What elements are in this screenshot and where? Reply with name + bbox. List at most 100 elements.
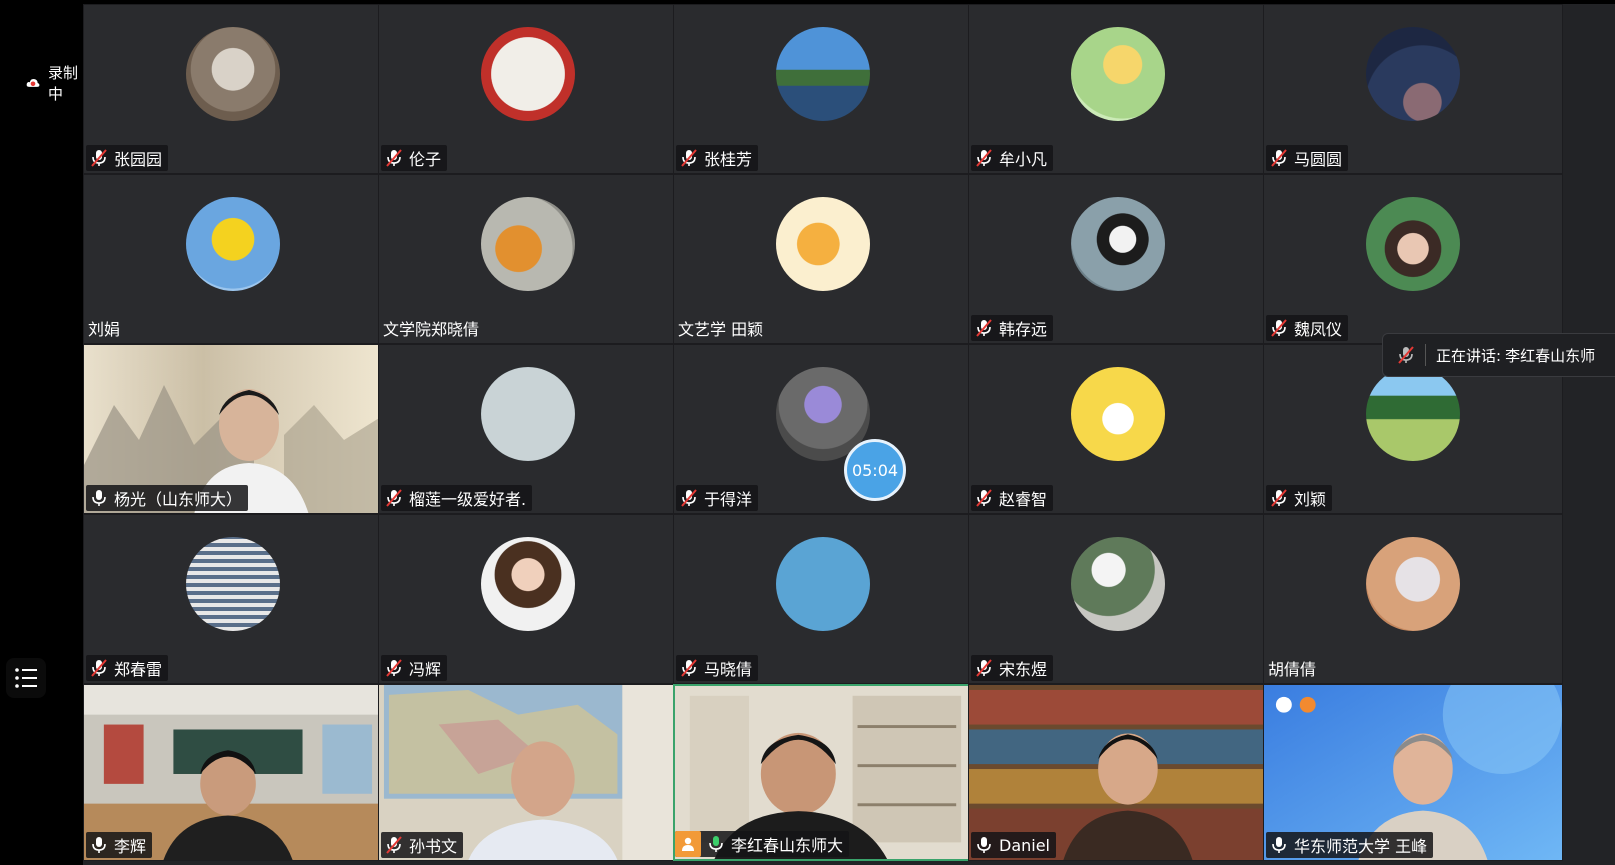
participant-name: 华东师范大学 王峰 bbox=[1294, 837, 1428, 856]
participant-tile[interactable]: 杨光（山东师大） bbox=[83, 344, 383, 514]
mic-muted-icon bbox=[386, 836, 402, 854]
mic-muted-icon bbox=[1271, 319, 1287, 337]
left-sidebar: 录制中 bbox=[0, 0, 83, 865]
nameplate: 郑春雷 bbox=[86, 655, 169, 681]
participant-name: 胡倩倩 bbox=[1268, 660, 1317, 679]
participant-name: 榴莲一级爱好者. bbox=[409, 490, 527, 509]
participant-name: 冯辉 bbox=[409, 660, 442, 679]
participant-tile[interactable]: 韩存远 bbox=[968, 174, 1268, 344]
avatar bbox=[776, 537, 870, 631]
mic-muted-icon bbox=[1271, 149, 1287, 167]
avatar bbox=[481, 27, 575, 121]
avatar bbox=[186, 27, 280, 121]
participant-tile[interactable]: 马圆圆 bbox=[1263, 4, 1563, 174]
mic-icon bbox=[92, 837, 106, 853]
mic-muted-icon bbox=[1398, 346, 1414, 364]
participant-tile[interactable]: 文艺学 田颖 bbox=[673, 174, 973, 344]
person-icon bbox=[675, 831, 701, 857]
participant-tile[interactable]: Daniel bbox=[968, 684, 1268, 861]
nameplate: 华东师范大学 王峰 bbox=[1266, 832, 1434, 858]
nameplate: 马圆圆 bbox=[1266, 145, 1349, 171]
mic-muted-icon bbox=[976, 489, 992, 507]
avatar bbox=[1071, 537, 1165, 631]
avatar bbox=[1366, 27, 1460, 121]
nameplate: 文学院郑晓倩 bbox=[381, 315, 485, 341]
participant-tile-active-speaker[interactable]: 李红春山东师大 bbox=[673, 684, 973, 861]
speaking-label: 正在讲话: bbox=[1436, 346, 1502, 365]
mic-muted-icon bbox=[976, 319, 992, 337]
participant-name: 于得洋 bbox=[704, 490, 753, 509]
nameplate: 胡倩倩 bbox=[1266, 655, 1322, 681]
participant-tile[interactable]: 冯辉 bbox=[378, 514, 678, 684]
mic-muted-icon bbox=[91, 659, 107, 677]
participant-tile[interactable]: 马晓倩 bbox=[673, 514, 973, 684]
avatar bbox=[1366, 537, 1460, 631]
nameplate: 孙书文 bbox=[381, 832, 464, 858]
nameplate: 李红春山东师大 bbox=[675, 831, 850, 857]
participant-name: 郑春雷 bbox=[114, 660, 163, 679]
participant-name: 牟小凡 bbox=[999, 150, 1048, 169]
speaking-name: 李红春山东师 bbox=[1505, 346, 1596, 365]
timer-badge[interactable]: 05:04 bbox=[844, 439, 906, 501]
participant-name: 文艺学 田颖 bbox=[678, 320, 764, 339]
participant-tile[interactable]: 胡倩倩 bbox=[1263, 514, 1563, 684]
recording-indicator[interactable]: 录制中 bbox=[26, 62, 83, 104]
avatar bbox=[1366, 367, 1460, 461]
avatar bbox=[1071, 197, 1165, 291]
nameplate: 刘颖 bbox=[1266, 485, 1333, 511]
participant-name: 张园园 bbox=[114, 150, 163, 169]
participant-tile[interactable]: 李辉 bbox=[83, 684, 383, 861]
nameplate: 张桂芳 bbox=[676, 145, 759, 171]
participant-name: 魏凤仪 bbox=[1294, 320, 1343, 339]
participant-name: 韩存远 bbox=[999, 320, 1048, 339]
participant-tile[interactable]: 郑春雷 bbox=[83, 514, 383, 684]
divider bbox=[1425, 344, 1426, 366]
avatar bbox=[481, 367, 575, 461]
nameplate: 马晓倩 bbox=[676, 655, 759, 681]
participant-tile[interactable]: 张园园 bbox=[83, 4, 383, 174]
mic-muted-icon bbox=[976, 659, 992, 677]
participant-tile[interactable]: 文学院郑晓倩 bbox=[378, 174, 678, 344]
participant-tile[interactable]: 榴莲一级爱好者. bbox=[378, 344, 678, 514]
mic-active-icon bbox=[709, 836, 723, 852]
participant-tile[interactable]: 于得洋 bbox=[673, 344, 973, 514]
participant-tile[interactable]: 华东师范大学 王峰 bbox=[1263, 684, 1563, 861]
list-icon bbox=[15, 668, 37, 688]
mic-icon bbox=[1272, 837, 1286, 853]
nameplate: Daniel bbox=[971, 832, 1056, 858]
participant-name: 马晓倩 bbox=[704, 660, 753, 679]
nameplate: 榴莲一级爱好者. bbox=[381, 485, 533, 511]
nameplate: 赵睿智 bbox=[971, 485, 1054, 511]
mic-muted-icon bbox=[681, 489, 697, 507]
nameplate: 于得洋 bbox=[676, 485, 759, 511]
participant-name: 伦子 bbox=[409, 150, 442, 169]
participant-tile[interactable]: 刘娟 bbox=[83, 174, 383, 344]
participant-list-button[interactable] bbox=[6, 658, 46, 698]
participant-name: 孙书文 bbox=[409, 837, 458, 856]
speaking-indicator: 正在讲话: 李红春山东师 bbox=[1382, 333, 1615, 377]
mic-icon bbox=[977, 837, 991, 853]
participant-name: 文学院郑晓倩 bbox=[383, 320, 480, 339]
mic-muted-icon bbox=[681, 659, 697, 677]
mic-muted-icon bbox=[681, 149, 697, 167]
participant-name: 杨光（山东师大） bbox=[114, 490, 243, 509]
participant-tile[interactable]: 牟小凡 bbox=[968, 4, 1268, 174]
participant-tile[interactable]: 张桂芳 bbox=[673, 4, 973, 174]
nameplate: 伦子 bbox=[381, 145, 448, 171]
mic-muted-icon bbox=[386, 149, 402, 167]
participant-tile[interactable]: 魏凤仪 bbox=[1263, 174, 1563, 344]
nameplate: 冯辉 bbox=[381, 655, 448, 681]
avatar bbox=[481, 537, 575, 631]
participant-tile[interactable]: 孙书文 bbox=[378, 684, 678, 861]
participant-name: 刘颖 bbox=[1294, 490, 1327, 509]
participant-tile[interactable]: 赵睿智 bbox=[968, 344, 1268, 514]
nameplate: 牟小凡 bbox=[971, 145, 1054, 171]
video-grid: 张园园 伦子 张桂芳 牟小凡 马圆圆 刘娟 文学院郑晓倩 文艺学 田颖 韩存远 … bbox=[83, 4, 1615, 865]
participant-tile[interactable]: 伦子 bbox=[378, 4, 678, 174]
cloud-record-icon bbox=[26, 78, 40, 87]
participant-name: 赵睿智 bbox=[999, 490, 1048, 509]
mic-muted-icon bbox=[976, 149, 992, 167]
mic-muted-icon bbox=[91, 149, 107, 167]
avatar bbox=[776, 27, 870, 121]
participant-tile[interactable]: 宋东煜 bbox=[968, 514, 1268, 684]
